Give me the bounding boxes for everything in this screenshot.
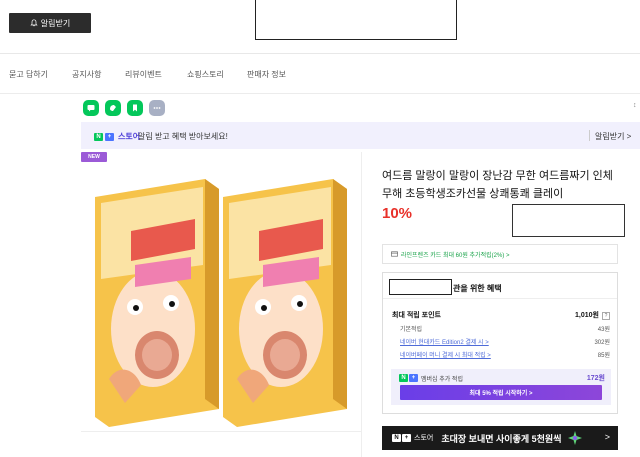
- naver-plus-store-logo: N + 스토어: [94, 131, 140, 142]
- plus-icon: +: [402, 434, 411, 442]
- naver-n-icon: N: [392, 434, 401, 442]
- invite-message: 초대장 보내면 사이좋게 5천원씩: [441, 433, 562, 444]
- bell-plus-icon: [30, 19, 38, 27]
- store-banner-message: 알림 받고 혜택 받아보세요!: [138, 132, 228, 141]
- card-benefit-link[interactable]: 라인프렌즈 카드 최대 60원 추가적립(2%) >: [382, 244, 618, 264]
- band-icon[interactable]: [105, 100, 121, 116]
- points-label[interactable]: 네이버페이 머니 결제 시 최대 적립 >: [392, 353, 491, 359]
- max-points-value: 1,010원: [575, 312, 599, 319]
- image-divider: [81, 431, 361, 432]
- membership-start-button[interactable]: 최대 5% 적립 시작하기 >: [400, 385, 602, 400]
- points-row-card[interactable]: 네이버 현대카드 Edition2 결제 시 > 302원: [392, 337, 610, 346]
- product-image[interactable]: [81, 163, 361, 431]
- price-placeholder: [512, 204, 625, 237]
- alarm-button[interactable]: 알림받기: [9, 13, 91, 33]
- points-value: 85원: [597, 353, 610, 359]
- max-points-row: 최대 적립 포인트 1,010원?: [392, 310, 610, 320]
- naver-n-icon: N: [399, 374, 408, 382]
- membership-box: N + 멤버십 추가 적립 172원 최대 5% 적립 시작하기 >: [391, 369, 611, 405]
- column-divider: [361, 152, 362, 457]
- points-row-basic: 기본적립 43원: [392, 324, 610, 333]
- ad-placeholder: [255, 0, 457, 40]
- gift-sparkle-icon: [568, 431, 582, 445]
- invite-banner[interactable]: N + 스토어 초대장 보내면 사이좋게 5천원씩 >: [382, 426, 618, 450]
- nav-item-review-event[interactable]: 리뷰이벤트: [125, 69, 162, 80]
- store-logo-text: 스토어: [118, 132, 141, 141]
- top-bar: 알림받기: [0, 0, 640, 54]
- share-icons: [83, 100, 165, 116]
- benefit-heading: 관을 위한 혜택: [453, 284, 502, 293]
- new-badge: NEW: [81, 152, 107, 162]
- divider: [589, 130, 590, 141]
- alarm-button-label: 알림받기: [40, 18, 71, 28]
- naver-n-icon: N: [94, 132, 103, 141]
- nav-item-shopping-story[interactable]: 쇼핑스토리: [187, 69, 224, 80]
- nav-item-qna[interactable]: 묻고 답하기: [9, 69, 48, 80]
- benefit-panel: 관을 위한 혜택 최대 적립 포인트 1,010원? 기본적립 43원 네이버 …: [382, 272, 618, 414]
- product-box-right: [223, 179, 347, 427]
- store-nav: 묻고 답하기 공지사항 리뷰이벤트 쇼핑스토리 판매자 정보: [0, 54, 640, 94]
- benefit-header: 관을 위한 혜택: [383, 273, 617, 299]
- card-benefit-text: 라인프렌즈 카드 최대 60원 추가적립(2%) >: [401, 252, 510, 259]
- chevron-right-icon: >: [604, 432, 610, 442]
- side-marker: ↕: [633, 102, 637, 109]
- bookmark-icon[interactable]: [127, 100, 143, 116]
- max-points-label: 최대 적립 포인트: [392, 312, 441, 319]
- naver-plus-icon: N +: [399, 374, 418, 382]
- naver-plus-icon: N +: [392, 434, 411, 442]
- talk-icon[interactable]: [83, 100, 99, 116]
- points-label: 기본적립: [400, 327, 423, 333]
- more-icon[interactable]: [149, 100, 165, 116]
- plus-icon: +: [409, 374, 418, 382]
- plus-icon: +: [105, 132, 114, 141]
- product-box-left: [95, 179, 219, 427]
- invite-store-label: 스토어: [414, 435, 434, 442]
- points-row-npay-money[interactable]: 네이버페이 머니 결제 시 최대 적립 > 85원: [392, 350, 610, 359]
- name-placeholder: [389, 279, 452, 295]
- card-icon: [391, 251, 398, 257]
- discount-rate: 10%: [382, 205, 413, 222]
- membership-label: 멤버십 추가 적립: [421, 377, 463, 383]
- nav-item-seller-info[interactable]: 판매자 정보: [247, 69, 286, 80]
- help-icon[interactable]: ?: [602, 312, 610, 320]
- store-alarm-banner: N + 스토어 알림 받고 혜택 받아보세요! 알림받기 >: [81, 122, 640, 149]
- points-label[interactable]: 네이버 현대카드 Edition2 결제 시 >: [392, 340, 489, 346]
- points-value: 43원: [597, 327, 610, 333]
- store-alarm-link[interactable]: 알림받기 >: [595, 131, 631, 142]
- points-value: 302원: [594, 340, 610, 346]
- nav-item-notice[interactable]: 공지사항: [72, 69, 101, 80]
- product-title: 여드름 말랑이 말랑이 장난감 무한 여드름짜기 인체무해 초등학생조카선물 상…: [382, 170, 613, 200]
- membership-value: 172원: [586, 375, 605, 382]
